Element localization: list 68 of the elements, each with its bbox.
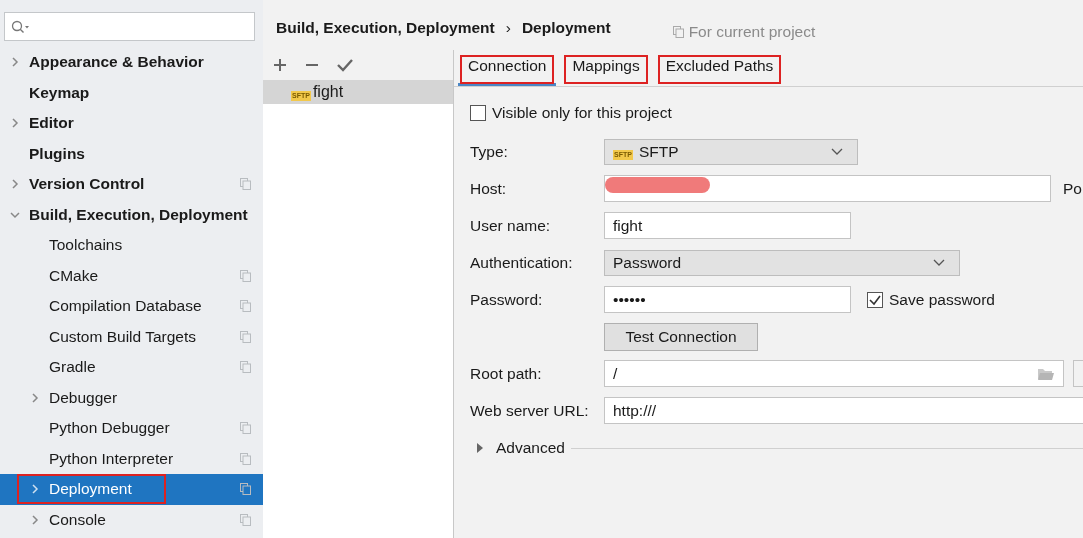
settings-tree-item[interactable]: Toolchains: [0, 230, 263, 261]
checkmark-icon[interactable]: [337, 58, 353, 72]
settings-tree-item[interactable]: Python Debugger: [0, 413, 263, 444]
copy-icon: [240, 269, 251, 282]
settings-tree-item[interactable]: Python Interpreter: [0, 443, 263, 474]
dropdown[interactable]: Password: [604, 249, 960, 276]
field-label: Root path:: [470, 364, 543, 383]
copy-icon: [240, 361, 251, 374]
tab[interactable]: Connection: [458, 53, 557, 86]
checkbox[interactable]: [867, 291, 883, 308]
copy-icon: [240, 513, 251, 526]
chevron-right-icon: [30, 514, 40, 525]
text-input[interactable]: ••••••: [604, 286, 851, 313]
breadcrumb-text: Deployment: [521, 19, 611, 37]
breadcrumb-text: Build, Execution, Deployment: [276, 19, 495, 37]
field-label: Po: [1063, 179, 1082, 198]
settings-tree-item[interactable]: Console: [0, 504, 263, 535]
host-input[interactable]: [604, 175, 1051, 202]
root-path-input[interactable]: /: [604, 360, 1064, 387]
chevron-down-icon: [831, 147, 843, 156]
field-label: Password:: [470, 290, 544, 309]
settings-tree-item[interactable]: Build, Execution, Deployment: [0, 199, 263, 230]
settings-tree-item[interactable]: Compilation Database: [0, 291, 263, 322]
copy-icon: [672, 26, 684, 38]
field-label: Type:: [470, 142, 509, 161]
search-icon: [11, 19, 31, 34]
chevron-down-icon: [933, 258, 945, 267]
breadcrumb-separator: ›: [505, 19, 511, 37]
field-label: Web server URL:: [470, 401, 590, 420]
test-connection-button[interactable]: Test Connection: [604, 322, 758, 351]
settings-tree-item[interactable]: Keymap: [0, 77, 263, 108]
settings-tree-item[interactable]: CMake: [0, 260, 263, 291]
checkbox-label: Save password: [889, 290, 995, 309]
advanced-toggle[interactable]: Advanced: [476, 439, 565, 457]
chevron-right-icon: [10, 179, 20, 190]
copy-icon: [240, 452, 251, 465]
settings-tree-item[interactable]: Gradle: [0, 352, 263, 383]
triangle-right-icon: [476, 443, 484, 453]
chevron-right-icon: [30, 392, 40, 403]
chevron-right-icon: [30, 484, 40, 495]
chevron-right-icon: [10, 57, 20, 68]
tab[interactable]: Excluded Paths: [655, 53, 784, 86]
chevron-down-icon: [10, 209, 20, 220]
copy-icon: [240, 178, 251, 191]
settings-tree-item[interactable]: Debugger: [0, 382, 263, 413]
field-label: User name:: [470, 216, 552, 235]
copy-icon: [240, 300, 251, 313]
copy-icon: [240, 422, 251, 435]
copy-icon: [240, 483, 251, 496]
field-label: Host:: [470, 179, 508, 198]
settings-tree-item[interactable]: Appearance & Behavior: [0, 47, 263, 78]
chevron-right-icon: [10, 118, 20, 129]
settings-tree-item[interactable]: Editor: [0, 108, 263, 139]
copy-icon: [240, 330, 251, 343]
text-input[interactable]: http:///: [604, 397, 1083, 424]
search-field[interactable]: [4, 12, 255, 41]
checkbox[interactable]: [470, 105, 486, 121]
settings-tree-item[interactable]: Custom Build Targets: [0, 321, 263, 352]
settings-tree-item[interactable]: Version Control: [0, 169, 263, 200]
text-input[interactable]: fight: [604, 212, 851, 239]
checkbox-label: Visible only for this project: [492, 104, 672, 122]
scope-note: For current project: [688, 23, 816, 41]
settings-tree-item[interactable]: Plugins: [0, 138, 263, 169]
field-label: Authentication:: [470, 253, 574, 272]
server-name: fight: [312, 83, 344, 101]
add-icon[interactable]: [273, 58, 287, 72]
tab[interactable]: Mappings: [562, 53, 650, 86]
settings-tree-item[interactable]: Deployment: [0, 474, 263, 505]
